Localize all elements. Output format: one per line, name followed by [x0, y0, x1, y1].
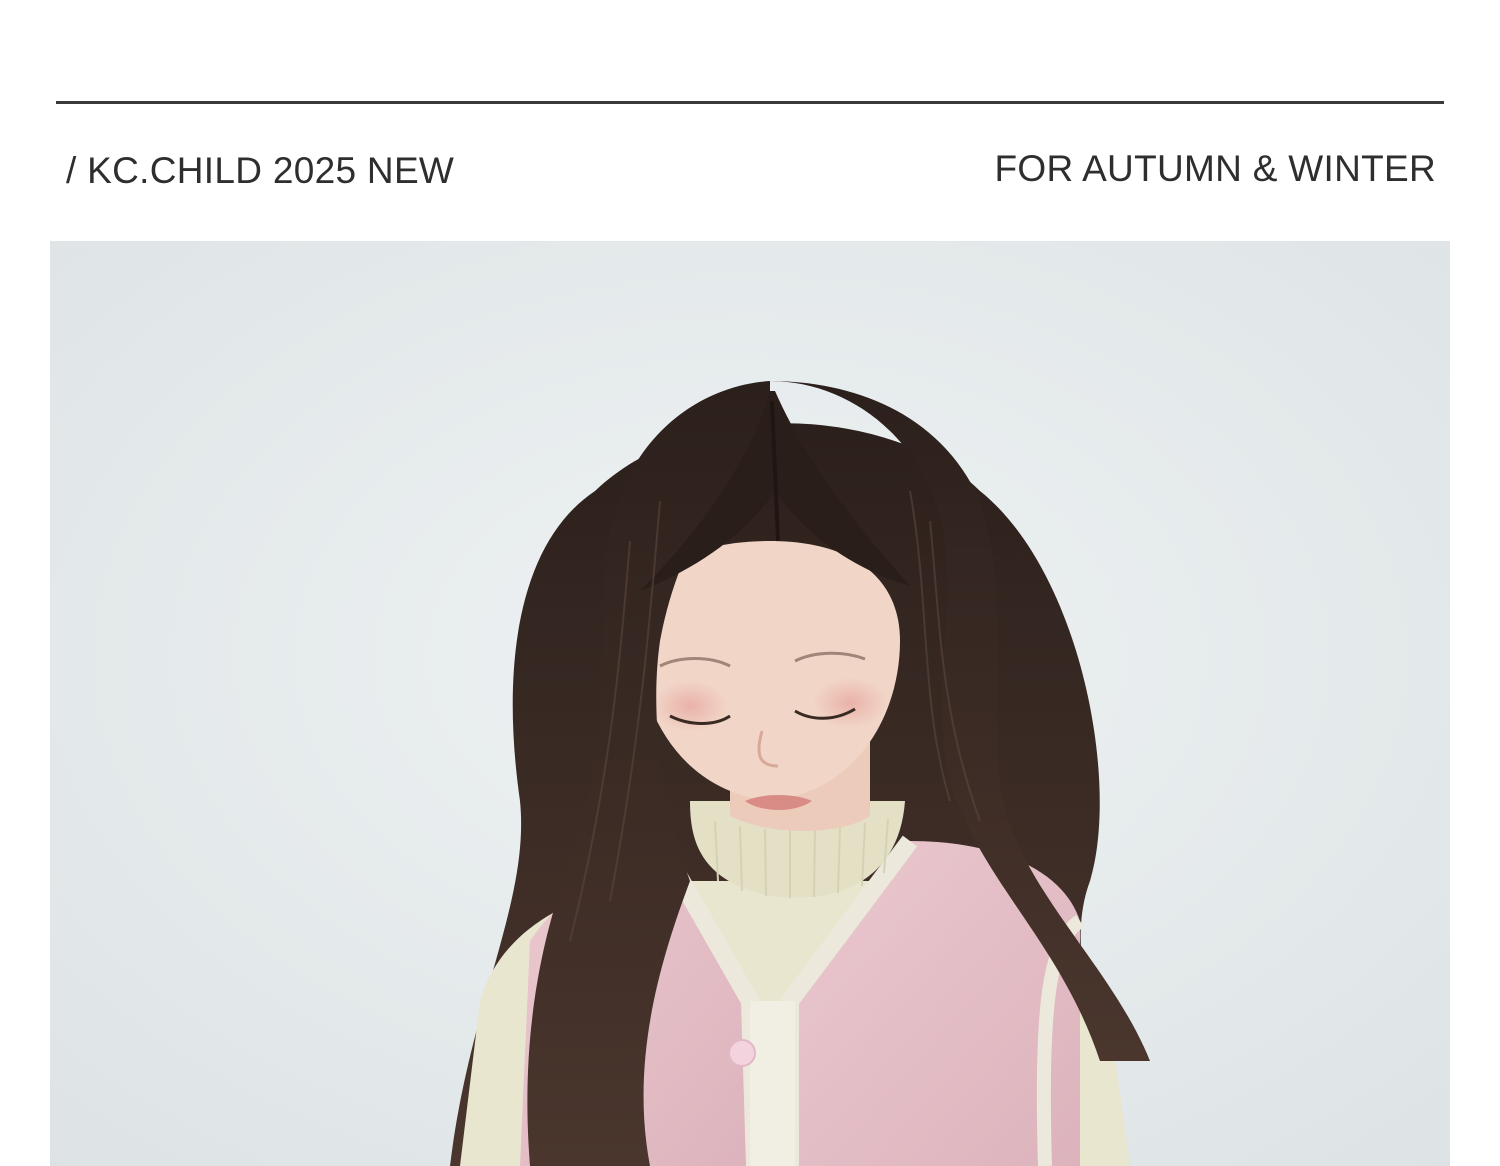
lookbook-page: / KC.CHILD 2025 NEW FOR AUTUMN & WINTER [0, 0, 1500, 1166]
collection-label: / KC.CHILD 2025 NEW [66, 150, 455, 191]
season-label: FOR AUTUMN & WINTER [994, 148, 1436, 189]
top-divider [56, 101, 1444, 104]
child-model-illustration [50, 241, 1450, 1166]
snap-button [728, 1039, 756, 1067]
hero-photo [50, 241, 1450, 1166]
